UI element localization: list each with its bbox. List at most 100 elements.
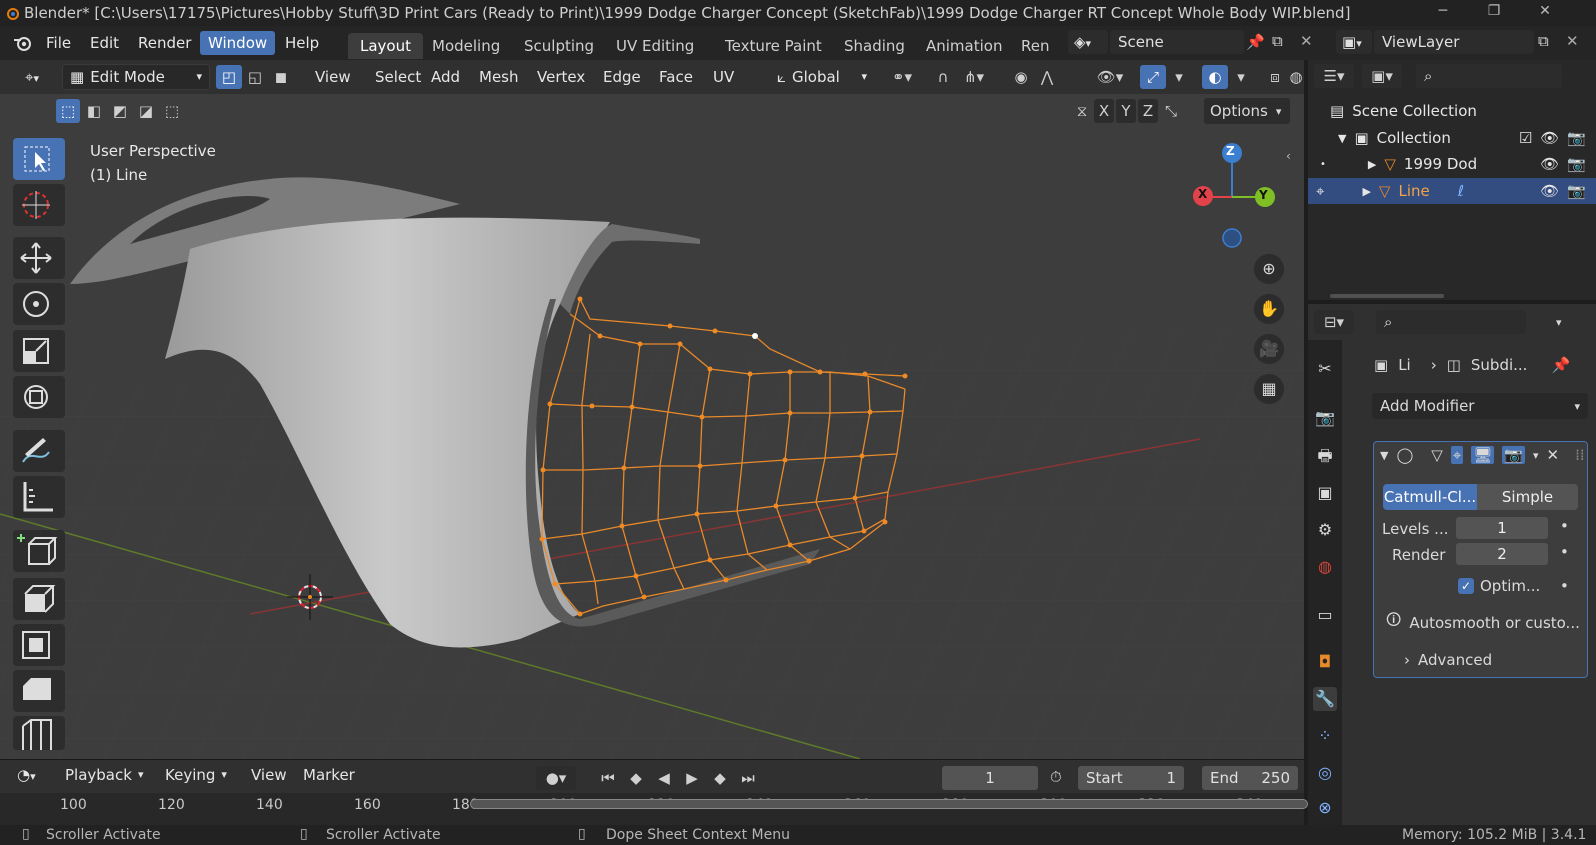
drag-handle-icon[interactable]: ⁞⁞ [1575,446,1585,464]
perspective-grid-icon[interactable]: ▦ [1254,374,1284,404]
menu-add[interactable]: Add [424,64,467,90]
options-dropdown[interactable]: Options ▾ [1204,98,1290,124]
gizmo-toggle-icon[interactable]: ⤢ [1140,65,1166,89]
timeline-body[interactable]: 100120140160180200220240260280300320340 [0,793,1308,825]
keyframe-dot-icon[interactable]: • [1560,577,1569,595]
outliner-search-input[interactable]: ⌕ [1416,64,1562,88]
object-tab-icon[interactable]: ◘ [1313,650,1337,674]
select-subtract-icon[interactable]: ◩ [108,99,132,123]
tool-tab-icon[interactable]: ✂ [1313,357,1337,381]
constraints-tab-icon[interactable]: ⊗ [1313,796,1337,820]
scene-collection-row[interactable]: ▤ Scene Collection [1308,98,1596,124]
tool-measure[interactable] [13,476,65,518]
tool-move[interactable] [13,237,65,279]
orientation-dropdown[interactable]: ⟀ Global ▾ [770,64,874,90]
gizmo-neg-z-axis[interactable] [1222,228,1242,248]
particles-tab-icon[interactable]: ⁘ [1313,724,1337,748]
menu-file[interactable]: File [38,31,79,55]
pan-hand-icon[interactable]: ✋ [1254,294,1284,324]
output-tab-icon[interactable]: 🖶 [1313,444,1337,468]
menu-window[interactable]: Window [200,31,276,55]
tool-extrude[interactable] [13,578,65,620]
mirror-x-button[interactable]: X [1094,99,1114,123]
maximize-icon[interactable]: ❐ [1485,3,1503,21]
start-frame-field[interactable]: Start 1 [1078,766,1184,790]
blender-menu-icon[interactable] [12,34,34,52]
checkbox-icon[interactable]: ☑ [1519,129,1532,147]
edit-mode-toggle-icon[interactable]: ▽ [1431,446,1443,464]
pin-icon[interactable]: 📌 [1246,33,1265,51]
menu-edge[interactable]: Edge [596,64,648,90]
overlays-dropdown-icon[interactable]: ▾ [1228,65,1254,89]
scene-tab-icon[interactable]: ⚙ [1313,518,1337,542]
tab-rendering[interactable]: Ren [1017,33,1053,59]
menu-select[interactable]: Select [368,64,428,90]
snap-target-icon[interactable]: ⋔▾ [956,65,992,89]
auto-key-icon[interactable]: ●▾ [536,766,576,790]
falloff-icon[interactable]: ⋀ [1034,65,1060,89]
zoom-icon[interactable]: ⊕ [1254,254,1284,284]
next-keyframe-icon[interactable]: ◆ [708,766,732,790]
tool-select-box[interactable] [13,138,65,180]
pin-icon[interactable]: 📌 [1551,356,1570,374]
play-icon[interactable]: ▶ [680,766,704,790]
catmull-clark-button[interactable]: Catmull-Cl... [1383,484,1477,510]
wireframe-shading-icon[interactable]: ◍ [1288,65,1304,89]
xray-icon[interactable]: ⧈ [1262,65,1288,89]
tool-transform[interactable] [13,376,65,418]
tool-cursor[interactable] [13,184,65,226]
levels-viewport-field[interactable]: 1 [1456,517,1548,539]
keying-menu[interactable]: Keying ▾ [158,762,234,788]
properties-editor-type-icon[interactable]: ⊟▾ [1314,310,1354,334]
eye-icon[interactable]: 👁 [1540,155,1559,173]
mesh-symmetry-icon[interactable]: ⤡ [1160,99,1182,123]
minimize-icon[interactable]: ─ [1434,3,1452,21]
optimal-display-checkbox[interactable]: ✓ Optim... [1458,577,1540,595]
snap-icon[interactable]: ∩ [930,65,956,89]
close-icon[interactable]: ✕ [1547,446,1560,464]
outliner-item-1999dod[interactable]: • ▶ ▽ 1999 Dod 👁 📷 [1308,151,1596,177]
tool-loop-cut[interactable] [13,716,65,750]
pivot-icon[interactable]: ⚭▾ [884,65,920,89]
end-frame-field[interactable]: End 250 [1202,766,1298,790]
gizmo-dropdown-icon[interactable]: ▾ [1166,65,1192,89]
current-frame-field[interactable]: 1 [942,766,1038,790]
edge-select-icon[interactable]: ◱ [242,65,268,89]
viewport-toggle-icon[interactable]: 🖥 [1471,446,1495,464]
menu-edit[interactable]: Edit [82,31,127,55]
tab-layout[interactable]: Layout [348,33,423,59]
jump-start-icon[interactable]: ⏮ [596,766,620,790]
render-tab-icon[interactable]: 📷 [1313,406,1337,430]
outliner-scrollbar[interactable] [1330,294,1444,298]
advanced-subpanel[interactable]: › Advanced [1404,651,1492,669]
select-extend-icon[interactable]: ◧ [82,99,106,123]
collection-row[interactable]: ▼ ▣ Collection ☑ 👁 📷 [1308,125,1596,151]
mirror-icon[interactable]: ⧖ [1072,99,1092,123]
vertex-select-icon[interactable]: ◰ [216,65,242,89]
editor-type-button[interactable]: ⌖▾ [18,64,58,90]
render-toggle-icon[interactable]: 📷 [1502,446,1525,464]
viewlayer-name-field[interactable]: ViewLayer [1374,30,1534,54]
menu-view[interactable]: View [308,64,358,90]
menu-face[interactable]: Face [652,64,700,90]
eye-icon[interactable]: 👁 [1540,129,1559,147]
menu-uv[interactable]: UV [706,64,741,90]
keyframe-dot-icon[interactable]: • [1560,517,1569,535]
tool-rotate[interactable] [13,283,65,325]
jump-end-icon[interactable]: ⏭ [736,766,760,790]
properties-search-input[interactable]: ⌕ [1376,310,1526,334]
simple-button[interactable]: Simple [1477,484,1578,510]
chevron-down-icon[interactable]: ▾ [1533,449,1539,462]
new-scene-icon[interactable]: ⧉ [1272,32,1283,50]
remove-scene-icon[interactable]: ✕ [1300,32,1313,50]
cage-toggle-icon[interactable]: ⌖ [1450,446,1464,464]
close-icon[interactable]: ✕ [1536,3,1554,21]
outliner-editor-type-icon[interactable]: ☰▾ [1314,64,1354,88]
world-tab-icon[interactable]: ◍ [1313,555,1337,579]
eye-icon[interactable]: 👁 [1540,182,1559,200]
tool-annotate[interactable] [13,430,65,472]
tab-sculpting[interactable]: Sculpting [512,33,606,59]
collapse-icon[interactable]: ▼ [1380,449,1388,462]
keyframe-dot-icon[interactable]: • [1560,543,1569,561]
tool-scale[interactable] [13,330,65,372]
